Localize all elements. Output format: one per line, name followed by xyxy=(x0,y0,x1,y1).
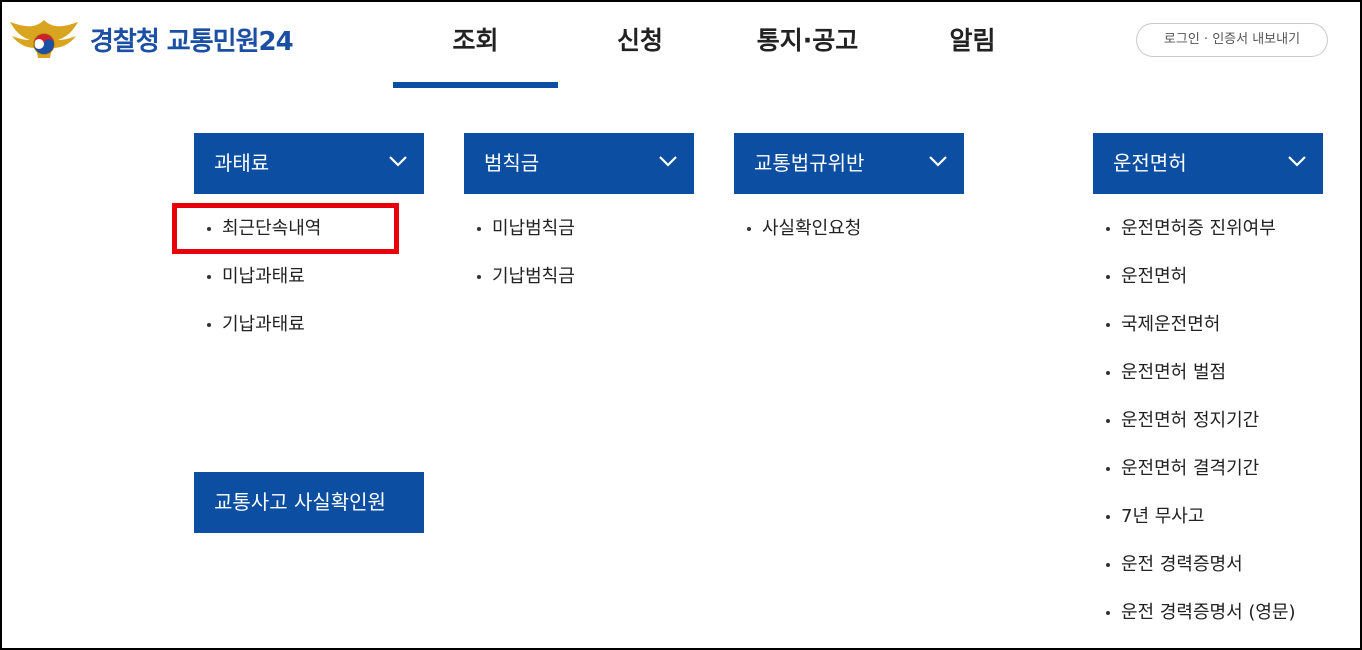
category-title: 운전면허 xyxy=(1113,151,1187,175)
chevron-down-icon xyxy=(659,156,677,167)
list-item-license[interactable]: 운전면허 xyxy=(1106,253,1296,301)
list-item-seven-years-no-accident[interactable]: 7년 무사고 xyxy=(1106,493,1296,541)
category-title: 범칙금 xyxy=(484,151,540,175)
accident-certificate-button[interactable]: 교통사고 사실확인원 xyxy=(194,472,424,533)
list-item-license-points[interactable]: 운전면허 벌점 xyxy=(1106,349,1296,397)
category-violations-header[interactable]: 교통법규위반 xyxy=(734,133,964,194)
list-item-paid-fines[interactable]: 기납과태료 xyxy=(207,301,321,349)
category-title: 교통법규위반 xyxy=(754,151,865,175)
bullet-icon xyxy=(1106,515,1110,519)
nav-apply[interactable]: 신청 xyxy=(575,22,705,60)
chevron-down-icon xyxy=(929,156,947,167)
bullet-icon xyxy=(1106,227,1110,231)
nav-active-indicator xyxy=(393,82,558,88)
category-fines-header[interactable]: 과태료 xyxy=(194,133,424,194)
list-item-international-license[interactable]: 국제운전면허 xyxy=(1106,301,1296,349)
list-item-disqualification-period[interactable]: 운전면허 결격기간 xyxy=(1106,445,1296,493)
bullet-icon xyxy=(477,275,481,279)
bullet-icon xyxy=(1106,323,1110,327)
police-emblem-icon xyxy=(10,20,78,58)
category-penalties-list: 미납범칙금 기납범칙금 xyxy=(477,205,575,301)
chevron-down-icon xyxy=(389,156,407,167)
category-license-header[interactable]: 운전면허 xyxy=(1093,133,1323,194)
list-item-fact-check-request[interactable]: 사실확인요청 xyxy=(747,205,861,253)
bullet-icon xyxy=(207,323,211,327)
bullet-icon xyxy=(1106,611,1110,615)
list-item-suspension-period[interactable]: 운전면허 정지기간 xyxy=(1106,397,1296,445)
site-logo[interactable]: 경찰청 교통민원24 xyxy=(8,14,294,64)
bullet-icon xyxy=(1106,371,1110,375)
list-item-paid-penalties[interactable]: 기납범칙금 xyxy=(477,253,575,301)
bullet-icon xyxy=(1106,419,1110,423)
bullet-icon xyxy=(1106,563,1110,567)
list-item-unpaid-fines[interactable]: 미납과태료 xyxy=(207,253,321,301)
nav-announcements[interactable]: 알림 xyxy=(910,22,1035,60)
logo-text: 경찰청 교통민원24 xyxy=(90,26,294,57)
list-item-driving-record[interactable]: 운전 경력증명서 xyxy=(1106,541,1296,589)
chevron-down-icon xyxy=(1288,156,1306,167)
category-violations-list: 사실확인요청 xyxy=(747,205,861,253)
category-license-list: 운전면허증 진위여부 운전면허 국제운전면허 운전면허 벌점 운전면허 정지기간… xyxy=(1106,205,1296,637)
list-item-unpaid-penalties[interactable]: 미납범칙금 xyxy=(477,205,575,253)
bullet-icon xyxy=(207,275,211,279)
list-item-license-authenticity[interactable]: 운전면허증 진위여부 xyxy=(1106,205,1296,253)
nav-notice[interactable]: 통지·공고 xyxy=(735,22,880,60)
nav-lookup[interactable]: 조회 xyxy=(393,22,558,60)
bullet-icon xyxy=(477,227,481,231)
list-item-driving-record-english[interactable]: 운전 경력증명서 (영문) xyxy=(1106,589,1296,637)
category-title: 과태료 xyxy=(214,151,270,175)
login-button[interactable]: 로그인 · 인증서 내보내기 xyxy=(1136,23,1328,57)
category-penalties-header[interactable]: 범칙금 xyxy=(464,133,694,194)
bullet-icon xyxy=(1106,275,1110,279)
bullet-icon xyxy=(1106,467,1110,471)
highlight-box xyxy=(172,203,399,254)
bullet-icon xyxy=(747,227,751,231)
